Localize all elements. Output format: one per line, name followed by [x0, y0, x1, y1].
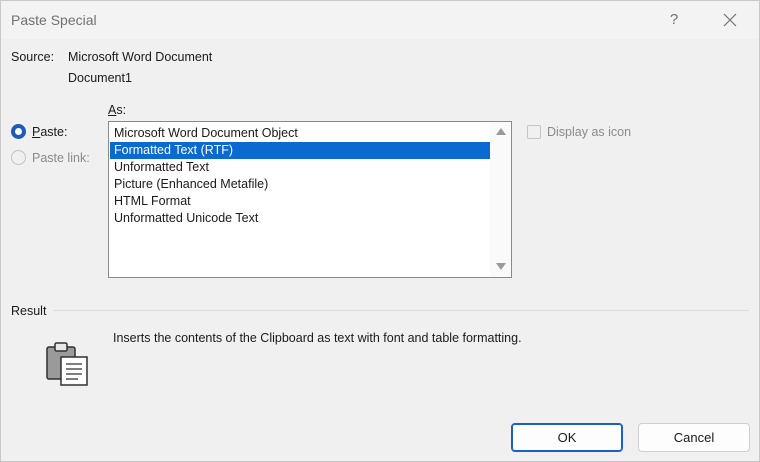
display-as-icon-checkbox: [527, 125, 541, 139]
paste-link-radio: [11, 150, 26, 165]
list-item[interactable]: Unformatted Unicode Text: [110, 210, 490, 227]
source-document: Document1: [68, 71, 132, 85]
paste-special-dialog: Paste Special ? Source: Microsoft Word D…: [0, 0, 760, 462]
format-listbox[interactable]: Microsoft Word Document Object Formatted…: [108, 121, 512, 278]
paste-radio-option[interactable]: Paste:: [11, 124, 67, 139]
display-as-icon-label: Display as icon: [547, 125, 632, 139]
list-item[interactable]: Picture (Enhanced Metafile): [110, 176, 490, 193]
list-item[interactable]: HTML Format: [110, 193, 490, 210]
result-divider: [53, 310, 749, 311]
list-item[interactable]: Microsoft Word Document Object: [110, 125, 490, 142]
source-label: Source:: [11, 50, 55, 64]
ok-button[interactable]: OK: [511, 423, 623, 452]
scroll-down-arrow-icon[interactable]: [496, 263, 506, 270]
source-application: Microsoft Word Document: [68, 50, 213, 64]
window-title: Paste Special: [11, 12, 97, 28]
paste-link-radio-option: Paste link:: [11, 150, 90, 165]
list-item[interactable]: Formatted Text (RTF): [110, 142, 490, 159]
display-as-icon-option: Display as icon: [527, 125, 631, 139]
listbox-scrollbar[interactable]: [490, 122, 511, 277]
paste-radio[interactable]: [11, 124, 26, 139]
result-label: Result: [11, 304, 47, 318]
list-item[interactable]: Unformatted Text: [110, 159, 490, 176]
cancel-button[interactable]: Cancel: [638, 423, 750, 452]
title-bar: Paste Special ?: [1, 1, 759, 39]
clipboard-icon: [46, 342, 88, 386]
as-label: As:: [108, 103, 127, 117]
help-button[interactable]: ?: [663, 7, 685, 33]
close-icon: [723, 13, 737, 27]
paste-link-radio-label: Paste link:: [32, 150, 90, 165]
result-description: Inserts the contents of the Clipboard as…: [113, 331, 522, 345]
scroll-up-arrow-icon[interactable]: [496, 128, 506, 135]
close-button[interactable]: [717, 7, 743, 33]
paste-radio-label: Paste:: [32, 124, 68, 139]
